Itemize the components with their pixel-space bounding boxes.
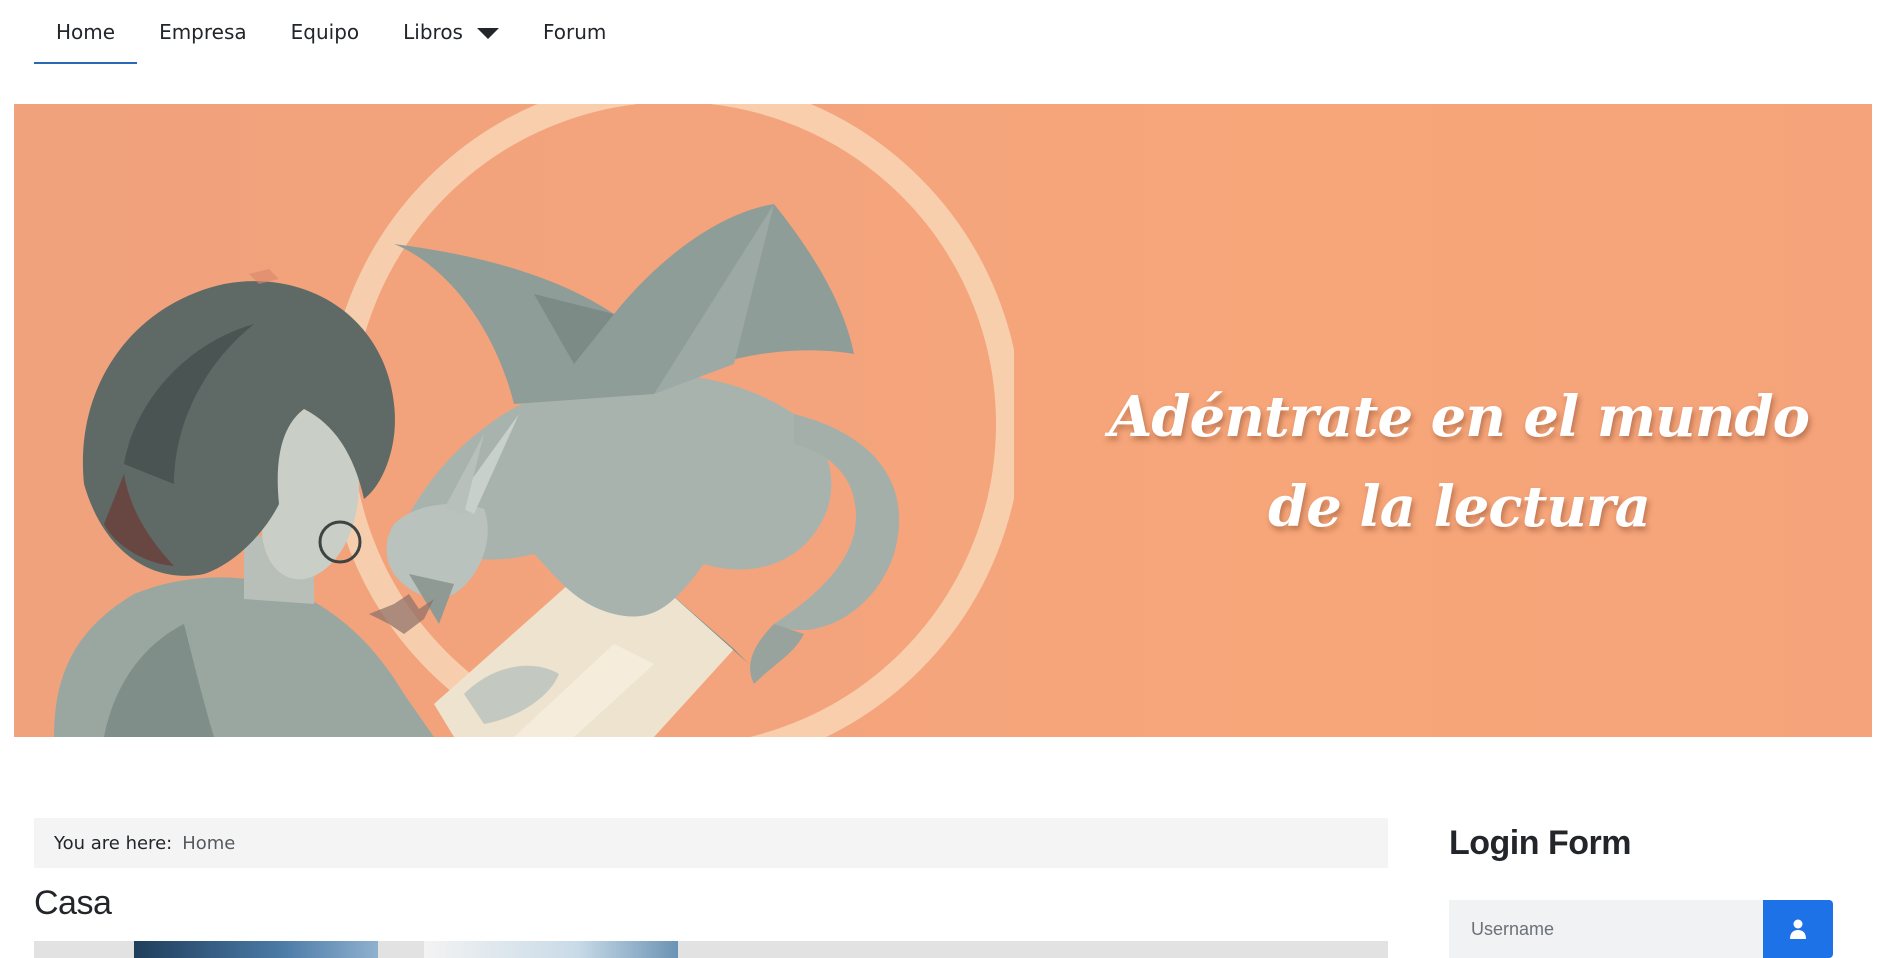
article-image[interactable] [134, 941, 378, 958]
nav-item-equipo[interactable]: Equipo [269, 0, 382, 64]
nav-item-label: Empresa [159, 20, 247, 44]
banner-illustration [54, 104, 1014, 737]
banner-headline: Adéntrate en el mundo de la lectura [1108, 384, 1810, 540]
username-field-group [1449, 900, 1833, 958]
main-nav: Home Empresa Equipo Libros Forum [34, 0, 628, 64]
article-image[interactable] [424, 941, 678, 958]
breadcrumb-link-home[interactable]: Home [182, 833, 235, 854]
nav-item-label: Libros [403, 20, 463, 44]
page-title: Casa [34, 884, 112, 922]
breadcrumb: You are here: Home [34, 818, 1388, 868]
nav-item-libros[interactable]: Libros [381, 0, 521, 64]
nav-item-home[interactable]: Home [34, 0, 138, 64]
article-image-strip [34, 941, 1388, 958]
username-input[interactable] [1449, 900, 1763, 958]
nav-item-forum[interactable]: Forum [521, 0, 628, 64]
user-icon-button[interactable] [1763, 900, 1833, 958]
hero-banner: Adéntrate en el mundo de la lectura [14, 104, 1872, 737]
nav-item-label: Home [56, 20, 116, 44]
nav-item-empresa[interactable]: Empresa [137, 0, 269, 64]
user-icon [1790, 919, 1806, 939]
caret-down-icon[interactable] [476, 27, 499, 39]
nav-item-label: Equipo [290, 20, 360, 44]
login-form-title: Login Form [1449, 824, 1631, 862]
breadcrumb-label: You are here: [54, 832, 173, 854]
nav-item-label: Forum [542, 20, 607, 44]
